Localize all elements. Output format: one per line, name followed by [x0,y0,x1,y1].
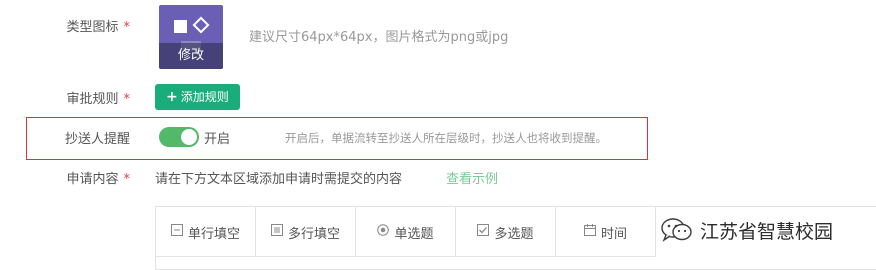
widget-label: 单选题 [394,226,434,242]
checkbox-icon [477,224,490,240]
add-rule-label: 添加规则 [180,90,229,104]
plus-icon: + [166,89,178,105]
watermark: 江苏省智慧校园 [660,216,833,244]
widget-checkbox[interactable]: 多选题 [456,207,556,257]
cc-reminder-description: 开启后，单据流转至抄送人所在层级时，抄送人也将收到提醒。 [285,131,607,145]
square-icon [174,20,187,33]
view-example-link[interactable]: 查看示例 [446,168,498,187]
widget-label: 时间 [600,226,627,242]
diamond-icon [192,16,210,34]
radio-icon [377,224,390,240]
edit-icon-button[interactable]: 修改 [159,43,223,69]
required-mark: * [123,92,131,107]
add-rule-button[interactable]: + 添加规则 [155,84,240,110]
required-mark: * [123,20,131,35]
request-content-label-text: 申请内容 [66,172,119,187]
wechat-icon [661,218,692,242]
approval-rules-label: 审批规则 * [66,88,130,107]
calendar-icon [583,224,596,240]
widget-label: 多选题 [494,226,534,242]
cc-reminder-label: 抄送人提醒 [65,128,130,147]
cc-reminder-label-text: 抄送人提醒 [64,132,130,147]
required-mark: * [123,172,131,187]
request-content-label: 申请内容 * [66,168,130,187]
toggle-knob [181,129,197,145]
toggle-state-label: 开启 [204,132,231,147]
watermark-text: 江苏省智慧校园 [700,220,834,243]
approval-rules-label-text: 审批规则 [66,92,119,107]
widget-toolbar-row: 单行填空 多行填空 单选题 多选题 时间 [156,207,656,257]
icon-field-label: 类型图标 * [66,16,130,35]
single-line-icon [170,224,183,240]
type-icon-preview[interactable]: 修改 [159,5,223,69]
widget-label: 单行填空 [187,226,240,242]
widget-single-line[interactable]: 单行填空 [156,207,256,257]
cc-reminder-toggle[interactable] [159,127,199,147]
icon-field-label-text: 类型图标 [66,20,119,35]
request-content-instruction: 请在下方文本区域添加申请时需提交的内容 [155,172,403,187]
multi-line-icon [270,224,283,240]
widget-label: 多行填空 [287,226,340,242]
widget-time[interactable]: 时间 [556,207,656,257]
widget-multi-line[interactable]: 多行填空 [256,207,356,257]
widget-radio[interactable]: 单选题 [356,207,456,257]
icon-size-hint: 建议尺寸64px*64px，图片格式为png或jpg [249,30,509,45]
